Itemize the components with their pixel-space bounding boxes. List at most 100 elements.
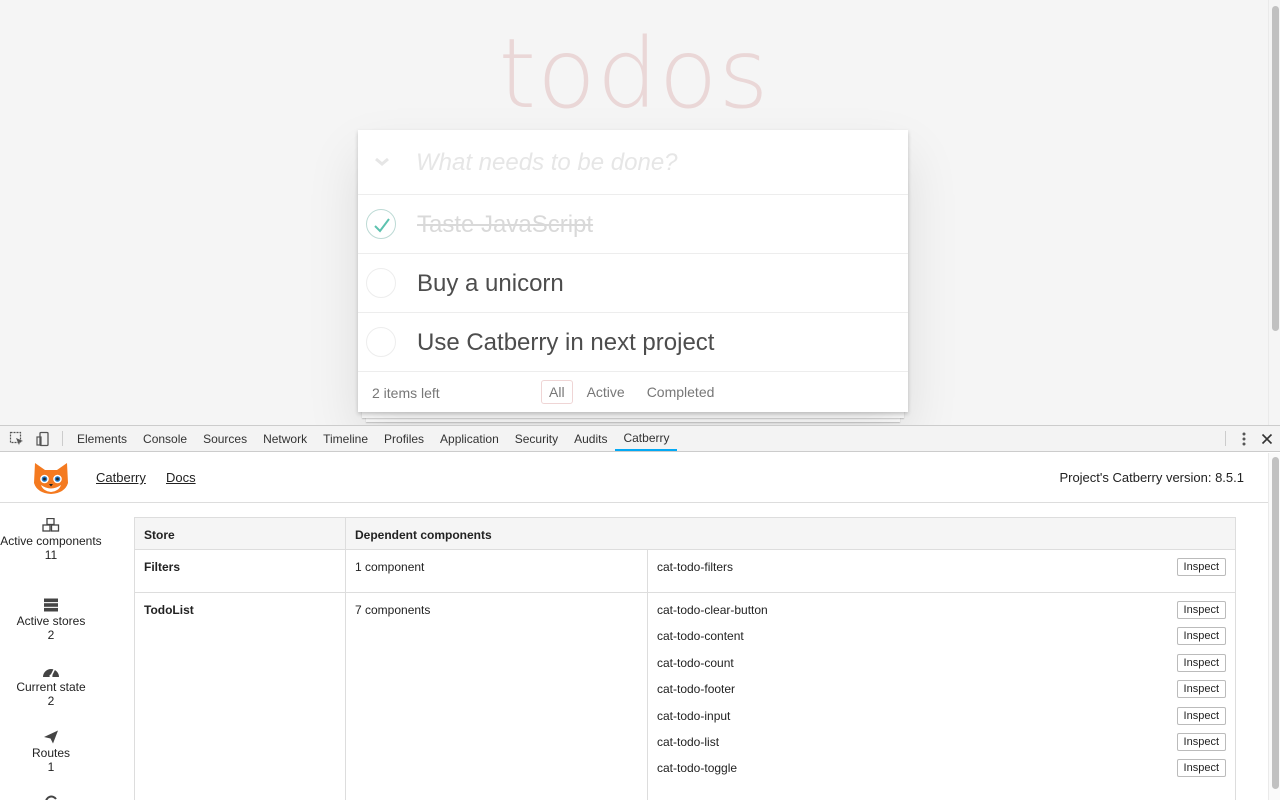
page-scrollbar-thumb[interactable]: [1272, 6, 1279, 331]
component-name: cat-todo-footer: [657, 682, 736, 696]
devtools-panel: Elements Console Sources Network Timelin…: [0, 425, 1280, 800]
tab-sources[interactable]: Sources: [195, 426, 255, 451]
sidebar-item-label: Active components: [0, 534, 102, 548]
filter-active[interactable]: Active: [579, 380, 633, 404]
todo-label[interactable]: Use Catberry in next project: [417, 329, 714, 357]
inspect-element-icon[interactable]: [4, 426, 30, 451]
cubes-icon: [42, 518, 60, 532]
sidebar-item-more[interactable]: [0, 794, 102, 800]
component-line: cat-todo-list Inspect: [657, 733, 1235, 753]
column-header-dependent: Dependent components: [355, 528, 492, 542]
sidebar-item-active-components[interactable]: Active components 11: [0, 518, 102, 562]
inspect-button[interactable]: Inspect: [1176, 654, 1226, 672]
sidebar-item-count: 2: [47, 694, 55, 708]
catberry-version: Project's Catberry version: 8.5.1: [1059, 470, 1244, 485]
tab-elements[interactable]: Elements: [69, 426, 135, 451]
component-line: cat-todo-footer Inspect: [657, 680, 1235, 700]
inspect-button[interactable]: Inspect: [1176, 733, 1226, 751]
todo-toggle-checkbox[interactable]: [366, 209, 396, 239]
inspect-button[interactable]: Inspect: [1176, 707, 1226, 725]
items-left-count: 2 items left: [372, 385, 440, 401]
sidebar-item-count: 1: [47, 760, 55, 774]
table-header: Store Dependent components: [135, 518, 1235, 550]
todo-list-panel: Taste JavaScript Buy a unicorn Use Catbe…: [358, 130, 908, 412]
component-line: cat-todo-count Inspect: [657, 654, 1235, 674]
component-line: cat-todo-toggle Inspect: [657, 759, 1235, 779]
store-name: Filters: [144, 560, 181, 574]
component-name: cat-todo-content: [657, 629, 744, 643]
todo-toggle-checkbox[interactable]: [366, 327, 396, 357]
tab-audits[interactable]: Audits: [566, 426, 615, 451]
filter-completed[interactable]: Completed: [639, 380, 723, 404]
tab-profiles[interactable]: Profiles: [376, 426, 432, 451]
toggle-all-chevron-icon[interactable]: [370, 150, 394, 174]
todo-toggle-checkbox[interactable]: [366, 268, 396, 298]
divider: [62, 431, 63, 446]
devtools-right-controls: [1217, 426, 1280, 451]
sidebar-item-label: Current state: [16, 680, 86, 694]
component-name: cat-todo-clear-button: [657, 603, 768, 617]
todo-label[interactable]: Taste JavaScript: [417, 211, 593, 239]
catberry-link[interactable]: Catberry: [96, 470, 146, 485]
paper-plane-icon: [44, 730, 58, 744]
component-name: cat-todo-list: [657, 735, 720, 749]
todo-item: Buy a unicorn: [358, 254, 908, 313]
docs-link[interactable]: Docs: [166, 470, 196, 485]
sidebar-item-count: 2: [47, 628, 55, 642]
inspect-button[interactable]: Inspect: [1176, 759, 1226, 777]
tab-timeline[interactable]: Timeline: [315, 426, 376, 451]
component-name: cat-todo-count: [657, 656, 734, 670]
component-line: cat-todo-clear-button Inspect: [657, 601, 1235, 621]
sidebar-item-label: Active stores: [16, 614, 86, 628]
new-todo-input[interactable]: [416, 130, 896, 195]
sidebar-item-count: 11: [44, 548, 58, 562]
sidebar-item-active-stores[interactable]: Active stores 2: [0, 598, 102, 642]
devtools-scrollbar-thumb[interactable]: [1272, 457, 1279, 789]
dependent-count: 1 component: [355, 560, 425, 574]
table-row: TodoList 7 components cat-todo-clear-but…: [135, 593, 1235, 800]
tab-application[interactable]: Application: [432, 426, 507, 451]
close-icon[interactable]: [1254, 433, 1280, 445]
sidebar-item-label: Routes: [31, 746, 71, 760]
sidebar-item-current-state[interactable]: Current state 2: [0, 664, 102, 708]
todo-app: todos Taste JavaScript Buy a unicorn Use…: [0, 0, 1280, 425]
check-icon: [374, 218, 390, 233]
inspect-button[interactable]: Inspect: [1176, 627, 1226, 645]
tab-security[interactable]: Security: [507, 426, 566, 451]
component-line: cat-todo-filters Inspect: [657, 558, 1235, 578]
more-options-icon[interactable]: [1234, 432, 1254, 446]
refresh-icon: [45, 795, 57, 800]
component-name: cat-todo-input: [657, 709, 731, 723]
stores-table: Store Dependent components Filters 1 com…: [134, 517, 1236, 800]
inspect-button[interactable]: Inspect: [1176, 601, 1226, 619]
devtools-tabbar: Elements Console Sources Network Timelin…: [0, 426, 1280, 452]
new-todo-row: [358, 130, 908, 195]
inspect-button[interactable]: Inspect: [1176, 680, 1226, 698]
device-toolbar-icon[interactable]: [30, 426, 56, 451]
filter-all[interactable]: All: [541, 380, 573, 404]
tab-network[interactable]: Network: [255, 426, 315, 451]
todo-item: Use Catberry in next project: [358, 313, 908, 372]
catberry-header: Catberry Docs Project's Catberry version…: [0, 453, 1268, 503]
dashboard-icon: [43, 668, 59, 678]
component-name: cat-todo-toggle: [657, 761, 738, 775]
component-name: cat-todo-filters: [657, 560, 734, 574]
component-line: cat-todo-input Inspect: [657, 707, 1235, 727]
server-icon: [44, 598, 58, 612]
dependent-count: 7 components: [355, 603, 431, 617]
app-title: todos: [498, 18, 770, 130]
todo-item: Taste JavaScript: [358, 195, 908, 254]
component-line: cat-todo-content Inspect: [657, 627, 1235, 647]
todo-label[interactable]: Buy a unicorn: [417, 270, 564, 298]
tab-console[interactable]: Console: [135, 426, 195, 451]
todo-filters: All Active Completed: [541, 380, 722, 404]
tab-catberry[interactable]: Catberry: [615, 426, 678, 451]
page-scrollbar[interactable]: [1268, 0, 1280, 425]
column-header-store: Store: [144, 528, 175, 542]
store-name: TodoList: [144, 603, 194, 617]
devtools-scrollbar[interactable]: [1268, 453, 1280, 800]
inspect-button[interactable]: Inspect: [1176, 558, 1226, 576]
todo-footer: 2 items left All Active Completed: [358, 372, 908, 412]
catberry-sidebar: Active components 11 Active stores 2 Cur…: [0, 504, 102, 800]
sidebar-item-routes[interactable]: Routes 1: [0, 730, 102, 774]
